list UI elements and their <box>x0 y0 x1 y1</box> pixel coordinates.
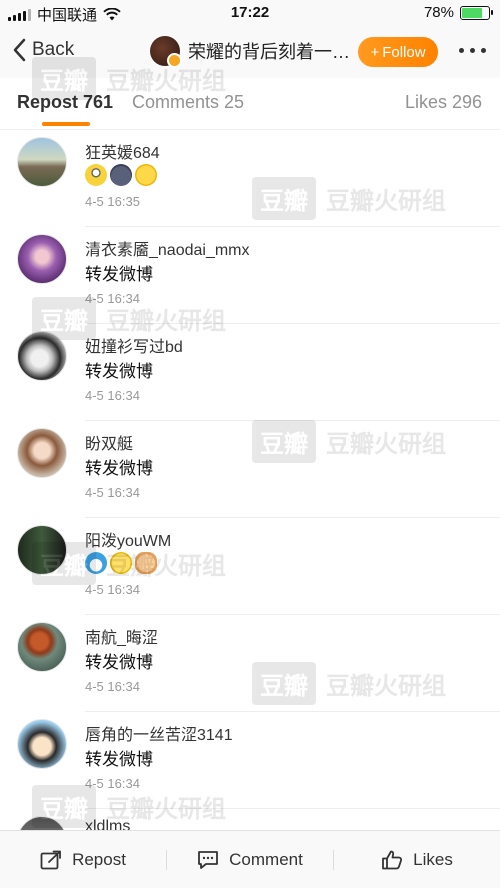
bottom-action-bar: Repost Comment Likes <box>0 830 500 888</box>
repost-content: 转发微博 <box>85 265 153 284</box>
avatar[interactable] <box>17 234 67 284</box>
repost-time: 4-5 16:34 <box>85 776 140 791</box>
grin-emoji-icon <box>135 164 157 186</box>
avatar[interactable] <box>17 816 67 830</box>
back-button[interactable]: Back <box>12 38 74 62</box>
list-item[interactable]: 清衣素靥_naodai_mmx 转发微博 4-5 16:34 <box>0 227 500 324</box>
repost-content: 转发微博 <box>85 750 153 769</box>
repost-content: 转发微博 <box>85 653 153 672</box>
list-item[interactable]: 狂英媛684 4-5 16:35 <box>0 130 500 227</box>
username[interactable]: 狂英媛684 <box>85 139 160 163</box>
tab-bar: Repost 761 Comments 25 Likes 296 <box>0 78 500 130</box>
status-right: 78% <box>423 4 493 21</box>
dizzy-emoji-icon <box>110 552 132 574</box>
more-options-icon[interactable] <box>459 48 486 53</box>
repost-time: 4-5 16:34 <box>85 679 140 694</box>
minion-emoji-icon <box>85 164 107 186</box>
active-tab-indicator <box>42 122 90 126</box>
avatar[interactable] <box>17 428 67 478</box>
repost-time: 4-5 16:34 <box>85 582 140 597</box>
avatar[interactable] <box>17 525 67 575</box>
battery-percent: 78% <box>423 4 454 21</box>
list-item[interactable]: 唇角的一丝苦涩3141 转发微博 4-5 16:34 <box>0 712 500 809</box>
comment-icon <box>198 850 219 869</box>
repost-list[interactable]: 狂英媛684 4-5 16:35 清衣素靥_naodai_mmx 转发微博 4-… <box>0 130 500 830</box>
list-item[interactable]: xldlms <box>0 809 500 830</box>
doraemon-emoji-icon <box>85 552 107 574</box>
chevron-left-icon <box>13 38 26 62</box>
emoji-row <box>85 552 157 574</box>
tab-comments[interactable]: Comments 25 <box>132 92 244 113</box>
username[interactable]: 唇角的一丝苦涩3141 <box>85 721 233 745</box>
list-item[interactable]: 妞撞衫写过bd 转发微博 4-5 16:34 <box>0 324 500 421</box>
fist-emoji-icon <box>135 552 157 574</box>
comment-button[interactable]: Comment <box>167 831 333 888</box>
tab-repost[interactable]: Repost 761 <box>17 92 113 113</box>
repost-time: 4-5 16:34 <box>85 388 140 403</box>
battery-icon <box>460 5 493 20</box>
like-button[interactable]: Likes <box>334 831 500 888</box>
avatar[interactable] <box>17 719 67 769</box>
cat-emoji-icon <box>110 164 132 186</box>
repost-time: 4-5 16:34 <box>85 291 140 306</box>
username[interactable]: 妞撞衫写过bd <box>85 333 183 357</box>
repost-icon <box>40 850 61 869</box>
likes-label: Likes <box>413 849 453 869</box>
username[interactable]: 盼双艇 <box>85 430 133 454</box>
list-item[interactable]: 南航_晦涩 转发微博 4-5 16:34 <box>0 615 500 712</box>
back-label: Back <box>32 39 75 60</box>
repost-button[interactable]: Repost <box>0 831 166 888</box>
list-item[interactable]: 阳泼youWM 4-5 16:34 <box>0 518 500 615</box>
follow-label: Follow <box>382 43 426 61</box>
avatar[interactable] <box>17 331 67 381</box>
repost-content: 转发微博 <box>85 362 153 381</box>
battery-fill <box>462 7 483 18</box>
avatar[interactable] <box>17 622 67 672</box>
author-avatar[interactable] <box>150 36 182 68</box>
avatar[interactable] <box>17 137 67 187</box>
repost-time: 4-5 16:35 <box>85 194 140 209</box>
repost-label: Repost <box>72 849 126 869</box>
repost-time: 4-5 16:34 <box>85 485 140 500</box>
post-title-group[interactable]: 荣耀的背后刻着一道孤独 <box>150 36 355 68</box>
username[interactable]: 阳泼youWM <box>85 527 171 551</box>
list-item[interactable]: 盼双艇 转发微博 4-5 16:34 <box>0 421 500 518</box>
nav-bar: Back 荣耀的背后刻着一道孤独 + Follow <box>0 26 500 78</box>
plus-icon: + <box>370 43 380 61</box>
emoji-row <box>85 164 157 186</box>
thumbs-up-icon <box>382 850 403 869</box>
username[interactable]: 南航_晦涩 <box>85 624 158 648</box>
username[interactable]: xldlms <box>85 818 130 830</box>
tab-likes[interactable]: Likes 296 <box>405 92 482 113</box>
post-title: 荣耀的背后刻着一道孤独 <box>188 42 355 62</box>
repost-content: 转发微博 <box>85 459 153 478</box>
username[interactable]: 清衣素靥_naodai_mmx <box>85 236 250 260</box>
status-bar: 中国联通 17:22 78% <box>0 0 500 26</box>
follow-button[interactable]: + Follow <box>358 37 438 67</box>
comment-label: Comment <box>229 849 303 869</box>
